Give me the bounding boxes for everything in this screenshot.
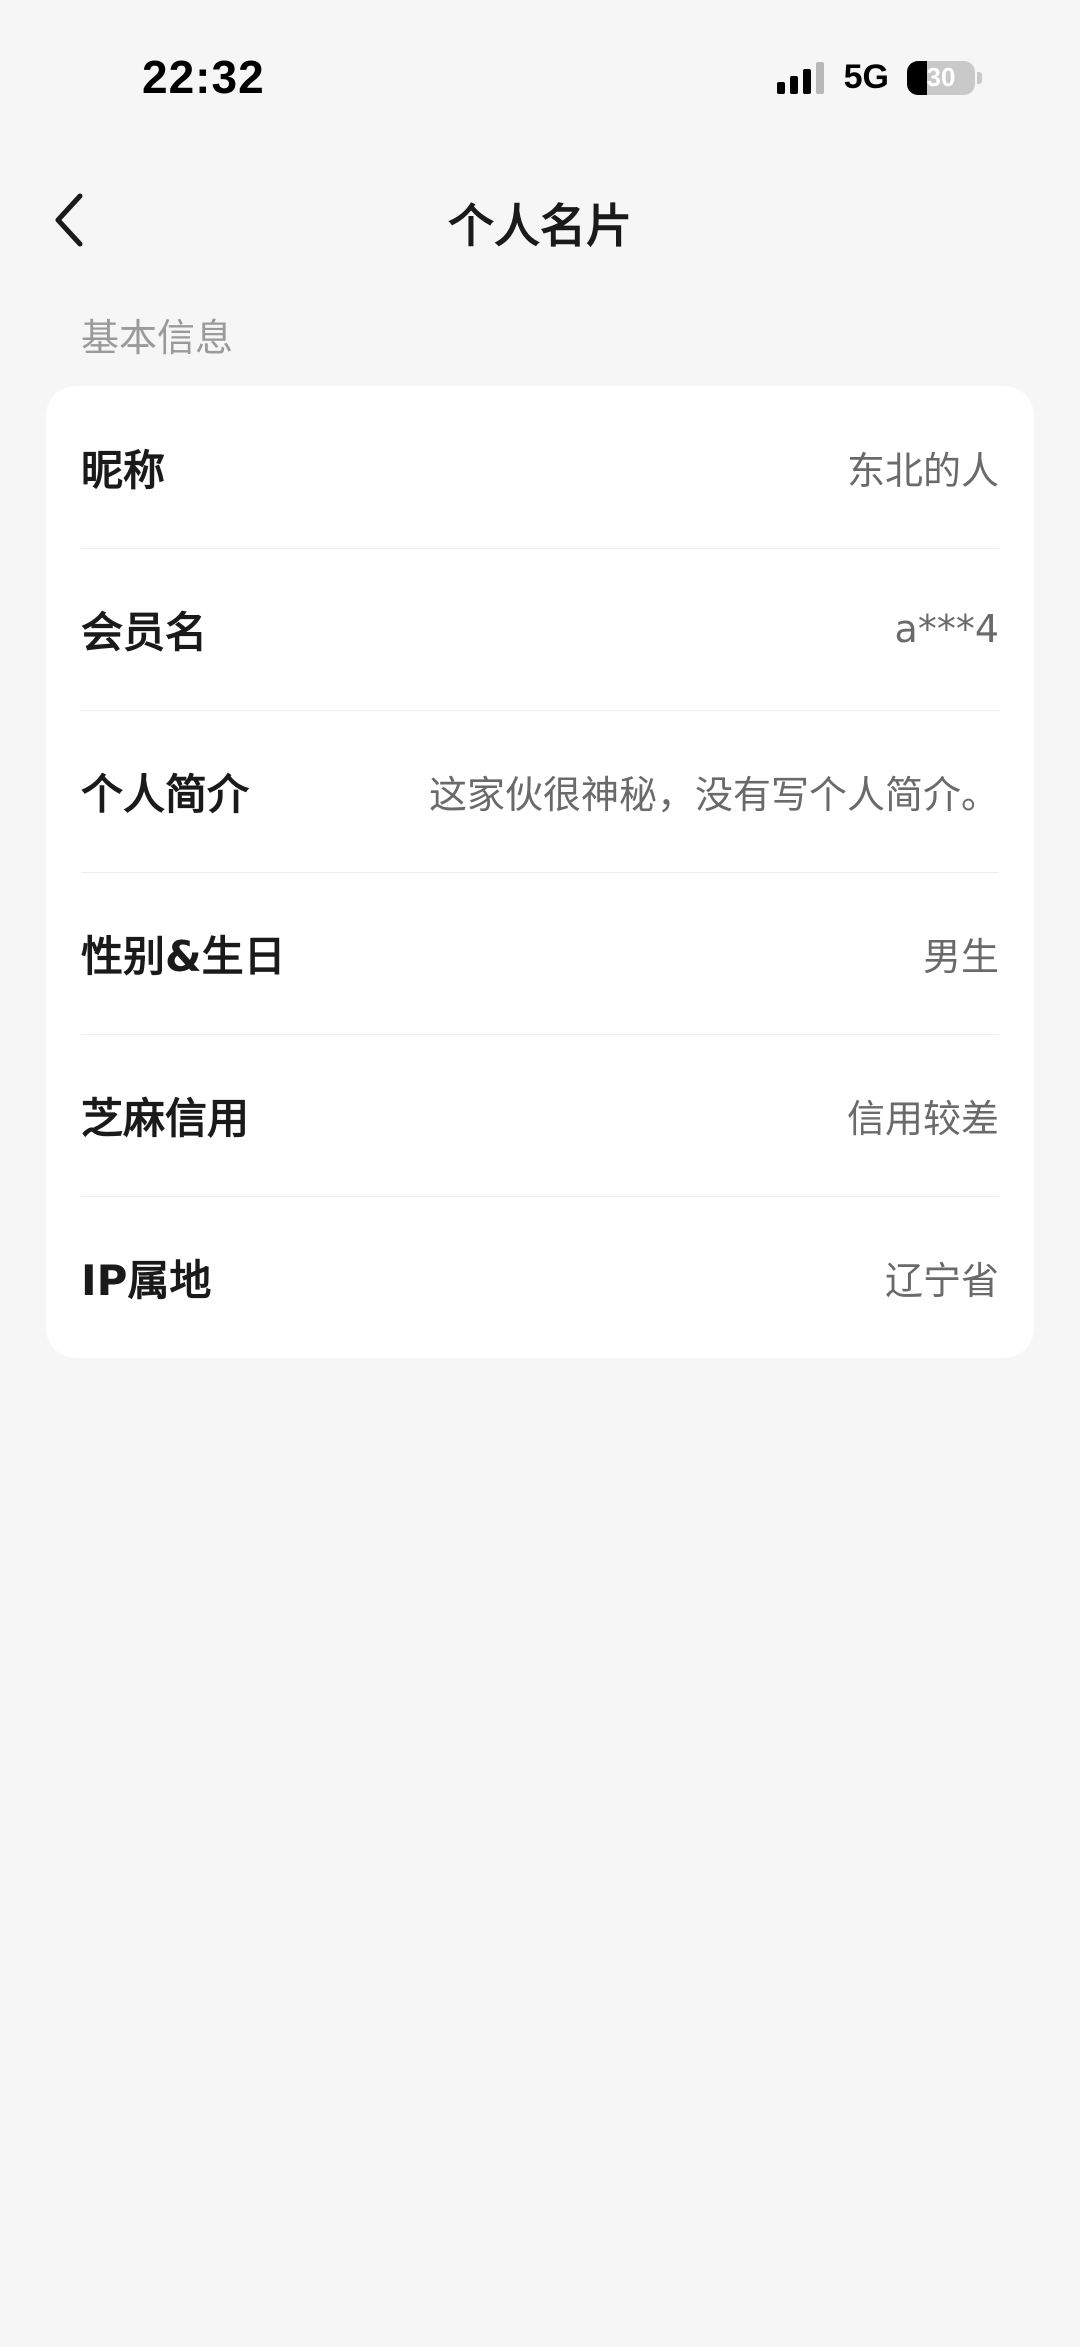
nav-bar: 个人名片 [0,160,1080,280]
row-label: 个人简介 [81,769,250,819]
row-member-name[interactable]: 会员名 a***4 [81,548,999,711]
battery-cap [977,71,982,84]
status-time: 22:32 [142,51,265,103]
status-indicators: 5G 30 [776,58,982,97]
page-title: 个人名片 [448,199,632,253]
row-value: 信用较差 [846,1096,999,1141]
section-header: 基本信息 [81,316,234,360]
row-label: 昵称 [81,445,166,495]
row-label: 芝麻信用 [81,1093,250,1143]
row-bio[interactable]: 个人简介 这家伙很神秘，没有写个人简介。 [81,710,999,873]
battery-percentage: 30 [926,62,956,92]
row-sesame-credit[interactable]: 芝麻信用 信用较差 [81,1034,999,1197]
network-type: 5G [843,58,889,96]
info-card: 昵称 东北的人 会员名 a***4 个人简介 这家伙很神秘，没有写个人简介。 性… [46,386,1034,1358]
row-label: 性别&生日 [81,931,286,981]
signal-strength-icon [776,61,824,94]
row-value: a***4 [894,607,999,651]
row-value: 男生 [922,934,999,979]
row-value: 东北的人 [846,448,999,493]
row-gender-birthday[interactable]: 性别&生日 男生 [81,872,999,1035]
row-value: 这家伙很神秘，没有写个人简介。 [428,772,999,817]
row-label: IP属地 [81,1255,212,1305]
battery-icon: 30 [907,60,975,95]
row-ip-location[interactable]: IP属地 辽宁省 [81,1196,999,1358]
row-value: 辽宁省 [884,1258,999,1303]
row-label: 会员名 [81,607,208,657]
row-nickname[interactable]: 昵称 东北的人 [81,386,999,549]
status-bar: 22:32 5G 30 [0,0,1080,130]
